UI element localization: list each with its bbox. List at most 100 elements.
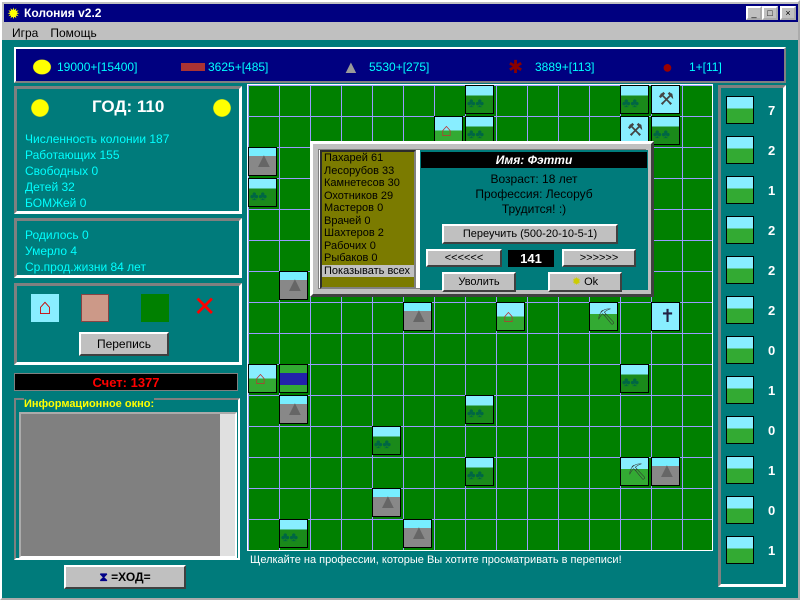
info-textbox[interactable] [19,412,237,558]
map-tile-mountain[interactable] [279,395,308,424]
profession-item[interactable]: Камнетесов 30 [324,177,414,190]
demolish-icon[interactable]: ✕ [193,290,216,323]
menu-game[interactable]: Игра [12,26,38,40]
map-tile-forest[interactable] [620,85,649,114]
building-count: 0 [768,423,776,438]
turn-label: =ХОД= [111,570,151,584]
map-tile-forest[interactable] [372,426,401,455]
profession-item[interactable]: Показывать всех [322,264,414,277]
profession-item[interactable]: Лесорубов 33 [324,165,414,178]
map-tile-forest[interactable] [248,178,277,207]
census-button[interactable]: Перепись [79,332,169,356]
profession-item[interactable]: Врачей 0 [324,215,414,228]
build-road-icon[interactable] [81,294,109,322]
building-count-row[interactable]: 2 [726,296,784,326]
info-window: Информационное окно: [14,398,240,560]
building-count: 2 [768,263,776,278]
map-tile-sawmill[interactable] [651,85,680,114]
building-icon [726,456,754,484]
colony-stats-panel: ГОД: 110 Численность колонии 187 Работаю… [14,86,242,214]
building-count-row[interactable]: 0 [726,416,784,446]
map-tile-church[interactable] [651,302,680,331]
map-tile-mine[interactable] [589,302,618,331]
resource-ore: ● 1+[11] [662,57,722,77]
resource-leather: ✱ 3889+[113] [508,57,595,77]
map-tile-mountain[interactable] [248,147,277,176]
map-tile-mine[interactable] [620,457,649,486]
building-count-row[interactable]: 0 [726,336,784,366]
building-count: 0 [768,503,776,518]
build-house-icon[interactable]: ⌂ [31,294,59,322]
building-count-row[interactable]: 2 [726,216,784,246]
wood-icon [181,57,205,77]
prev-colonist-button[interactable]: <<<<<< [426,249,502,267]
next-colonist-button[interactable]: >>>>>> [562,249,636,267]
profession-item[interactable]: Пахарей 61 [324,152,414,165]
profession-item[interactable]: Рабочих 0 [324,240,414,253]
map-tile-house[interactable] [496,302,525,331]
building-icon [726,496,754,524]
map-tile-forest[interactable] [465,85,494,114]
maximize-button[interactable]: □ [762,6,778,20]
build-tools-panel: ⌂ ✕ Перепись [14,283,242,365]
homeless-stat: БОМЖей 0 [25,196,87,210]
map-tile-mountain[interactable] [372,488,401,517]
map-tile-lake[interactable] [279,364,308,393]
building-count: 0 [768,343,776,358]
map-tile-house[interactable] [248,364,277,393]
hourglass-icon: ⧗ [99,570,112,584]
building-count-row[interactable]: 2 [726,136,784,166]
ore-value: 1+[11] [689,60,722,74]
map-tile-forest[interactable] [620,364,649,393]
wood-value: 3625+[485] [208,60,269,74]
grass-tile-icon[interactable] [141,294,169,322]
colonist-profession: Профессия: Лесоруб [475,187,593,201]
building-count-row[interactable]: 0 [726,496,784,526]
leather-icon: ✱ [508,57,524,77]
building-count: 1 [768,183,776,198]
children-stat: Детей 32 [25,180,75,194]
map-tile-forest[interactable] [465,395,494,424]
buildings-sidebar: 7 2 1 2 2 2 0 1 0 1 0 1 [718,85,786,587]
building-count-row[interactable]: 2 [726,256,784,286]
resource-stone: ▲ 5530+[275] [342,57,429,77]
retrain-button[interactable]: Переучить (500-20-10-5-1) [442,224,618,244]
profession-item[interactable]: Охотников 29 [324,190,414,203]
building-icon [726,176,754,204]
building-count-row[interactable]: 7 [726,96,784,126]
building-icon [726,136,754,164]
map-tile-forest[interactable] [465,457,494,486]
sun-icon [209,95,235,121]
stone-icon: ▲ [342,57,360,77]
menu-help[interactable]: Помощь [50,26,96,40]
score-display: Счет: 1377 [14,373,238,391]
building-count-row[interactable]: 1 [726,176,784,206]
sun-icon: ✹ [571,276,585,288]
ok-button[interactable]: ✹ Ok [548,272,622,292]
map-tile-mountain[interactable] [403,302,432,331]
building-count-row[interactable]: 1 [726,376,784,406]
turn-button[interactable]: ⧗ =ХОД= [64,565,186,589]
sun-icon [27,95,53,121]
map-tile-forest[interactable] [651,116,680,145]
profession-list[interactable]: Пахарей 61 Лесорубов 33 Камнетесов 30 Охотн… [320,150,416,289]
building-icon [726,96,754,124]
building-count-row[interactable]: 1 [726,456,784,486]
scrollbar[interactable] [220,414,235,556]
profession-item[interactable]: Шахтеров 2 [324,227,414,240]
building-icon [726,296,754,324]
close-button[interactable]: × [780,6,796,20]
free-stat: Свободных 0 [25,164,99,178]
building-count-row[interactable]: 1 [726,536,784,566]
map-tile-mountain[interactable] [651,457,680,486]
profession-item[interactable]: Рыбаков 0 [324,252,414,265]
building-count: 2 [768,303,776,318]
fire-button[interactable]: Уволить [442,272,516,292]
leather-value: 3889+[113] [535,60,595,74]
map-tile-mountain[interactable] [279,271,308,300]
profession-item[interactable]: Мастеров 0 [324,202,414,215]
map-tile-mountain[interactable] [403,519,432,548]
map-tile-forest[interactable] [279,519,308,548]
minimize-button[interactable]: _ [746,6,762,20]
building-count: 2 [768,223,776,238]
